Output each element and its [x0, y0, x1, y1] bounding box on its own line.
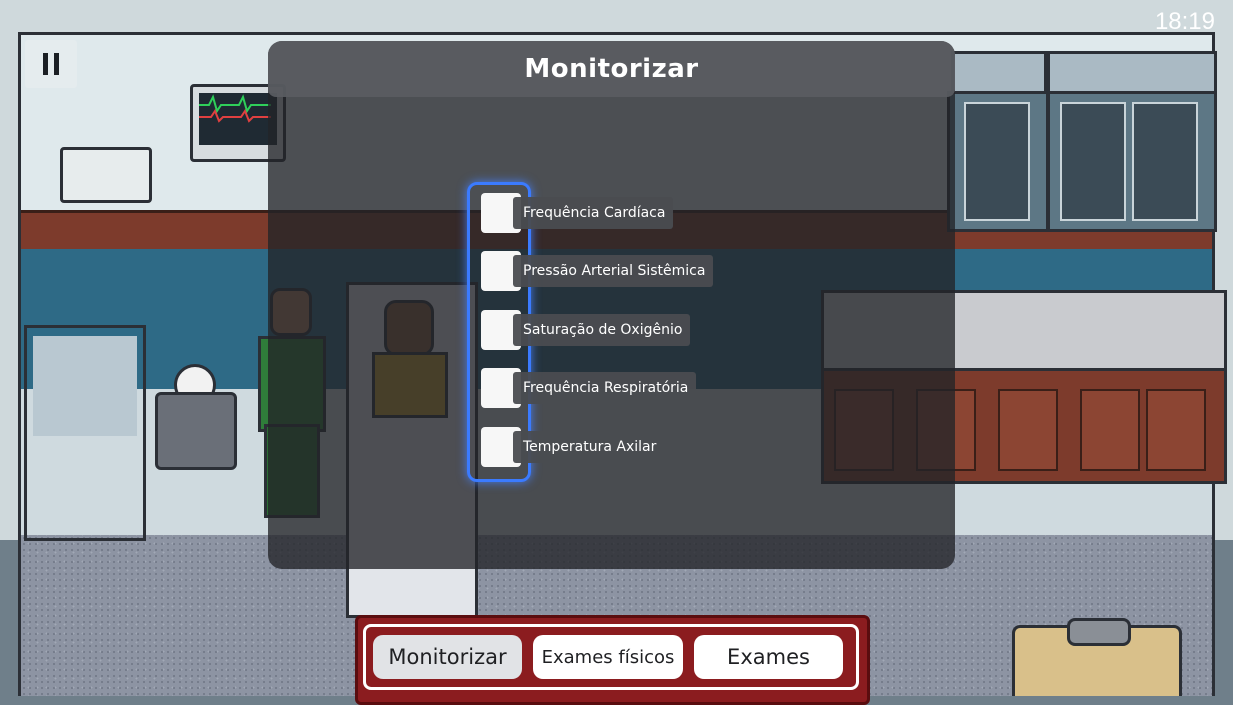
modal-title: Monitorizar [524, 54, 699, 84]
scale [155, 392, 237, 470]
option-blood-pressure[interactable]: Pressão Arterial Sistêmica [481, 251, 714, 291]
option-respiratory-rate[interactable]: Frequência Respiratória [481, 368, 697, 408]
clock-time: 18:19 [1154, 8, 1215, 35]
window [1047, 51, 1217, 95]
pause-icon [43, 53, 48, 75]
wall-device [60, 147, 152, 203]
clipboard[interactable] [1012, 618, 1182, 696]
window [951, 51, 1047, 95]
medicine-shelf [947, 91, 1049, 232]
pause-icon [54, 53, 59, 75]
option-label: Saturação de Oxigênio [513, 314, 691, 346]
modal-header: Monitorizar [268, 41, 955, 97]
option-oxygen-saturation[interactable]: Saturação de Oxigênio [481, 310, 691, 350]
monitor-modal: Monitorizar Frequência Cardíaca Pressão … [268, 41, 955, 569]
exames-fisicos-button[interactable]: Exames físicos [533, 635, 683, 679]
ecg-trace [199, 94, 271, 123]
option-label: Frequência Respiratória [513, 372, 697, 404]
pause-button[interactable] [25, 40, 77, 88]
bedside-table [24, 325, 146, 541]
medicine-shelf [1047, 91, 1217, 232]
exames-button[interactable]: Exames [694, 635, 843, 679]
option-heart-rate[interactable]: Frequência Cardíaca [481, 193, 674, 233]
option-label: Frequência Cardíaca [513, 197, 674, 229]
option-axillary-temperature[interactable]: Temperatura Axilar [481, 427, 665, 467]
option-label: Pressão Arterial Sistêmica [513, 255, 714, 287]
option-label: Temperatura Axilar [513, 431, 665, 463]
monitorizar-button[interactable]: Monitorizar [373, 635, 522, 679]
